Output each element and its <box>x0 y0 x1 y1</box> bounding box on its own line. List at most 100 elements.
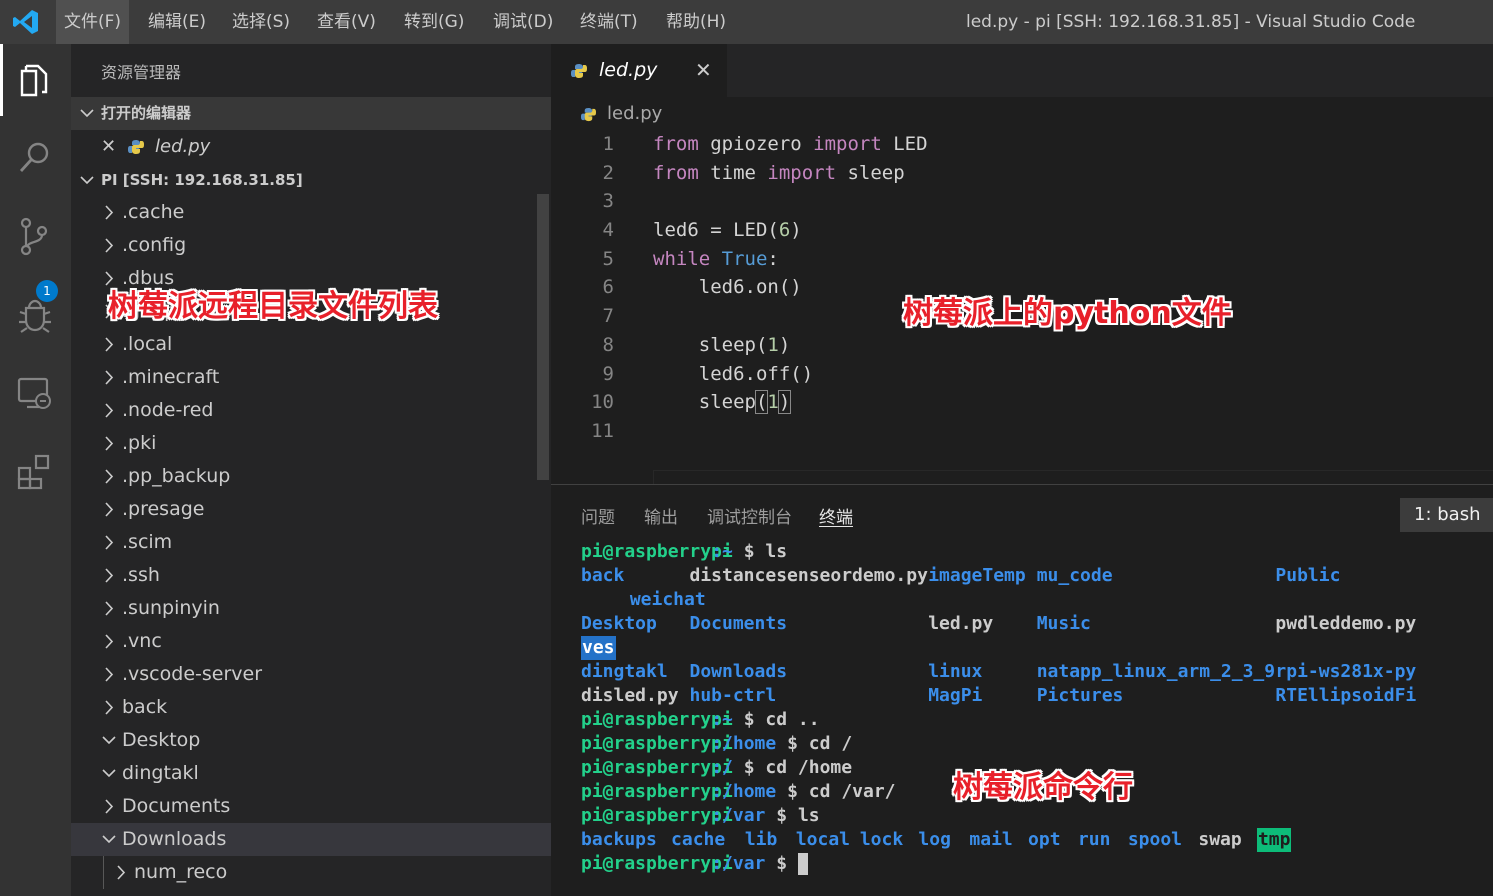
code-line: 8 sleep(1) <box>551 331 1493 360</box>
terminal-text: :~ <box>711 709 733 730</box>
menu-item-7[interactable]: 帮助(H) <box>658 0 734 44</box>
terminal-text: weichat <box>629 589 706 610</box>
python-file-icon <box>581 107 596 122</box>
tree-item-label: .vscode-server <box>122 663 263 685</box>
tree-item[interactable]: Downloads <box>71 823 551 856</box>
tree-item[interactable]: .local <box>71 328 551 361</box>
extensions-icon[interactable] <box>12 448 58 494</box>
close-icon[interactable]: ✕ <box>101 130 116 163</box>
tree-item-label: .sunpinyin <box>122 597 220 619</box>
code-token: : <box>767 247 779 270</box>
terminal-text: $ cd / <box>776 733 853 754</box>
terminal-text: tmp <box>1256 828 1292 852</box>
panel-tab-2[interactable]: 调试控制台 <box>707 503 792 528</box>
menu-item-6[interactable]: 终端(T) <box>572 0 646 44</box>
tree-item[interactable]: .config <box>71 229 551 262</box>
terminal-text: pi@raspberrypi <box>581 733 733 754</box>
code-text: led6 = LED(6) <box>653 216 802 245</box>
chevron-down-icon <box>102 736 116 745</box>
sidebar-title: 资源管理器 <box>101 63 182 82</box>
tree-item[interactable]: back <box>71 691 551 724</box>
tree-item-label: .ssh <box>122 564 160 586</box>
line-number: 6 <box>602 276 614 299</box>
panel-tab-1[interactable]: 输出 <box>644 503 678 528</box>
code-token: from <box>653 161 699 184</box>
tab-close-icon[interactable]: ✕ <box>695 44 712 97</box>
tree-item[interactable]: .vnc <box>71 625 551 658</box>
sidebar-scrollbar[interactable] <box>537 194 549 480</box>
tree-item[interactable]: Documents <box>71 790 551 823</box>
panel-tab-3[interactable]: 终端 <box>819 503 853 528</box>
menu-item-0[interactable]: 文件(F) <box>56 0 130 44</box>
terminal-text: :~ <box>711 541 733 562</box>
open-editors-header[interactable]: 打开的编辑器 <box>71 97 551 130</box>
tree-item[interactable]: .vscode-server <box>71 658 551 691</box>
tree-item[interactable]: .sunpinyin <box>71 592 551 625</box>
terminal-line: pi@raspberrypi:~ $ cd .. <box>581 708 1493 732</box>
tree-item[interactable]: .pki <box>71 427 551 460</box>
terminal-text: back <box>581 565 625 586</box>
tree-item[interactable]: .ssh <box>71 559 551 592</box>
terminal-line: back distancesenseordemo.py imageTemp mu_co… <box>581 564 1493 588</box>
code-token: import <box>767 161 837 184</box>
tree-item-label: num_reco <box>134 861 228 883</box>
chevron-down-icon <box>80 109 94 118</box>
chevron-right-icon <box>105 436 114 451</box>
tree-item[interactable]: .node-red <box>71 394 551 427</box>
terminal-text: cache <box>671 829 726 850</box>
code-token: from <box>653 133 699 155</box>
line-number: 9 <box>602 362 614 385</box>
code-token: ) <box>790 219 802 242</box>
terminal[interactable]: pi@raspberrypi:~ $ ls back distancesenseor… <box>581 540 1493 876</box>
code-token: 6 <box>778 219 791 242</box>
tree-item[interactable]: dingtakl <box>71 757 551 790</box>
tree-item[interactable]: num_reco <box>71 856 551 889</box>
tree-item[interactable]: .cache <box>71 196 551 229</box>
tree-item[interactable]: .pp_backup <box>71 460 551 493</box>
code-line: 1 from gpiozero import LED <box>551 130 1493 159</box>
tab-led-py[interactable]: led.py ✕ <box>551 44 727 97</box>
explorer-icon[interactable] <box>12 57 58 103</box>
tree-item[interactable]: Desktop <box>71 724 551 757</box>
chevron-right-icon <box>117 865 126 880</box>
line-number: 4 <box>602 219 614 242</box>
terminal-text: lock <box>859 829 904 850</box>
editor-tab-bar: led.py ✕ <box>551 44 1493 97</box>
panel-tab-0[interactable]: 问题 <box>581 503 615 528</box>
terminal-text: mu_code <box>1036 565 1113 586</box>
remote-explorer-icon[interactable] <box>12 370 58 416</box>
terminal-text: pi@raspberrypi <box>581 805 733 826</box>
menu-item-1[interactable]: 编辑(E) <box>140 0 214 44</box>
terminal-text: Downloads <box>689 661 788 682</box>
open-editor-item[interactable]: ✕ led.py <box>71 130 551 163</box>
terminal-text: rpi-ws281x-py <box>1275 661 1417 682</box>
terminal-text: Pictures <box>1036 685 1124 706</box>
workspace-header[interactable]: PI [SSH: 192.168.31.85] <box>71 164 551 197</box>
terminal-text: $ cd /home <box>732 757 853 778</box>
menu-item-4[interactable]: 转到(G) <box>396 0 472 44</box>
search-icon[interactable] <box>12 134 58 180</box>
code-line: 2 from time import sleep <box>551 159 1493 188</box>
code-text: sleep(1) <box>653 331 791 360</box>
menu-item-5[interactable]: 调试(D) <box>485 0 561 44</box>
line-number: 2 <box>602 161 614 184</box>
source-control-icon[interactable] <box>12 214 58 260</box>
open-editors-label: 打开的编辑器 <box>101 104 192 122</box>
chevron-right-icon <box>105 238 114 253</box>
terminal-text: :/home <box>711 781 777 802</box>
debug-icon[interactable] <box>12 292 58 338</box>
menu-item-3[interactable]: 查看(V) <box>309 0 384 44</box>
tree-item[interactable]: .presage <box>71 493 551 526</box>
tree-item[interactable]: .scim <box>71 526 551 559</box>
menu-item-2[interactable]: 选择(S) <box>224 0 298 44</box>
terminal-select[interactable]: 1: bash <box>1400 498 1493 532</box>
breadcrumb-file: led.py <box>607 103 663 124</box>
terminal-text: opt <box>1028 829 1061 850</box>
sidebar-annotation: 树莓派远程目录文件列表 <box>108 289 438 324</box>
tree-item[interactable]: .minecraft <box>71 361 551 394</box>
code-token: sleep <box>836 161 905 184</box>
terminal-text: pi@raspberrypi <box>581 853 733 874</box>
chevron-right-icon <box>105 403 114 418</box>
terminal-annotation: 树莓派命令行 <box>953 770 1133 805</box>
terminal-text: :/ <box>711 757 733 778</box>
